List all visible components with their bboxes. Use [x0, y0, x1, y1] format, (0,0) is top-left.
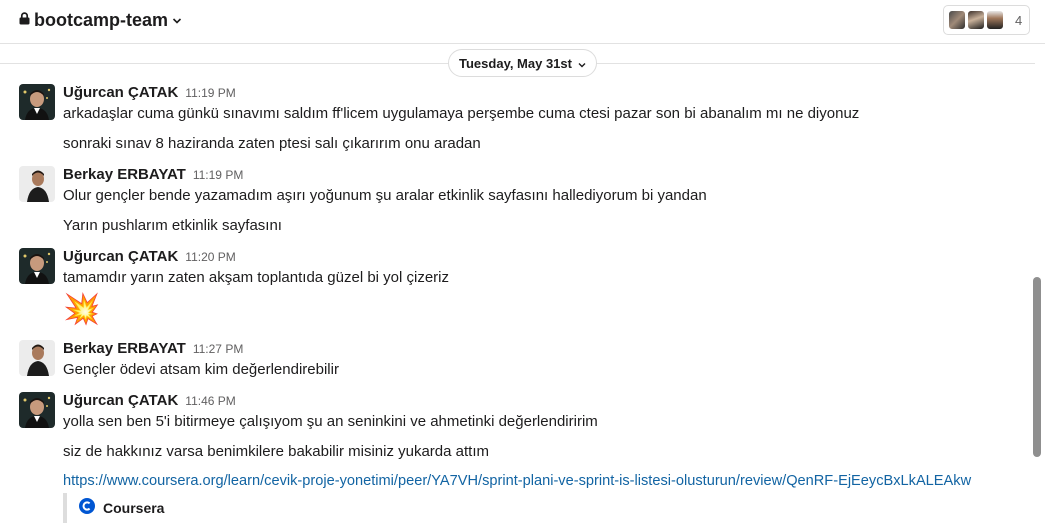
message-author[interactable]: Uğurcan ÇATAK 11:20 PM [63, 248, 236, 265]
message-text: Gençler ödevi atsam kim değerlendirebili… [63, 361, 339, 378]
message-text: Yarın pushlarım etkinlik sayfasını [63, 217, 282, 234]
channel-name-button[interactable]: bootcamp-team [19, 10, 182, 31]
coursera-link[interactable]: https://www.coursera.org/learn/cevik-pro… [63, 473, 971, 489]
date-divider-label: Tuesday, May 31st [459, 55, 572, 71]
message-text: arkadaşlar cuma günkü sınavımı saldım ff… [63, 105, 860, 122]
message-timestamp[interactable]: 11:19 PM [193, 168, 243, 182]
member-count: 4 [1015, 12, 1023, 28]
member-avatar [967, 10, 985, 30]
message-text: tamamdır yarın zaten akşam toplantıda gü… [63, 269, 450, 286]
message-text: Olur gençler bende yazamadım aşırı yoğun… [63, 187, 707, 204]
member-avatar [948, 10, 966, 30]
channel-header: bootcamp-team 4 [0, 0, 1045, 44]
message-author[interactable]: Berkay ERBAYAT 11:19 PM [63, 166, 243, 183]
user-avatar[interactable] [19, 248, 55, 284]
member-avatar [986, 10, 1004, 30]
user-avatar[interactable] [19, 84, 55, 120]
coursera-icon [79, 497, 95, 519]
channel-name: bootcamp-team [34, 10, 169, 30]
message-author[interactable]: Berkay ERBAYAT 11:27 PM [63, 340, 243, 357]
user-avatar[interactable] [19, 340, 55, 376]
user-avatar[interactable] [19, 392, 55, 428]
link-preview-site-name: Coursera [103, 500, 165, 516]
message-timestamp[interactable]: 11:19 PM [185, 86, 235, 100]
chevron-down-icon [578, 56, 586, 71]
link-preview[interactable]: Coursera [63, 493, 164, 523]
message-timestamp[interactable]: 11:27 PM [193, 342, 243, 356]
user-avatar[interactable] [19, 166, 55, 202]
date-divider-button[interactable]: Tuesday, May 31st [448, 49, 597, 77]
message-timestamp[interactable]: 11:46 PM [185, 394, 235, 408]
chevron-down-icon [172, 12, 182, 30]
message-text: sonraki sınav 8 haziranda zaten ptesi sa… [63, 135, 481, 152]
message-timestamp[interactable]: 11:20 PM [185, 250, 235, 264]
message-text: yolla sen ben 5'i bitirmeye çalışıyom şu… [63, 413, 598, 430]
members-button[interactable]: 4 [943, 5, 1030, 35]
message-author[interactable]: Uğurcan ÇATAK 11:46 PM [63, 392, 236, 409]
message-text: siz de hakkınız varsa benimkilere bakabi… [63, 443, 489, 460]
message-author[interactable]: Uğurcan ÇATAK 11:19 PM [63, 84, 236, 101]
lock-icon [19, 11, 30, 30]
scrollbar-thumb[interactable] [1033, 277, 1041, 457]
collision-emoji: 💥 [63, 293, 101, 326]
